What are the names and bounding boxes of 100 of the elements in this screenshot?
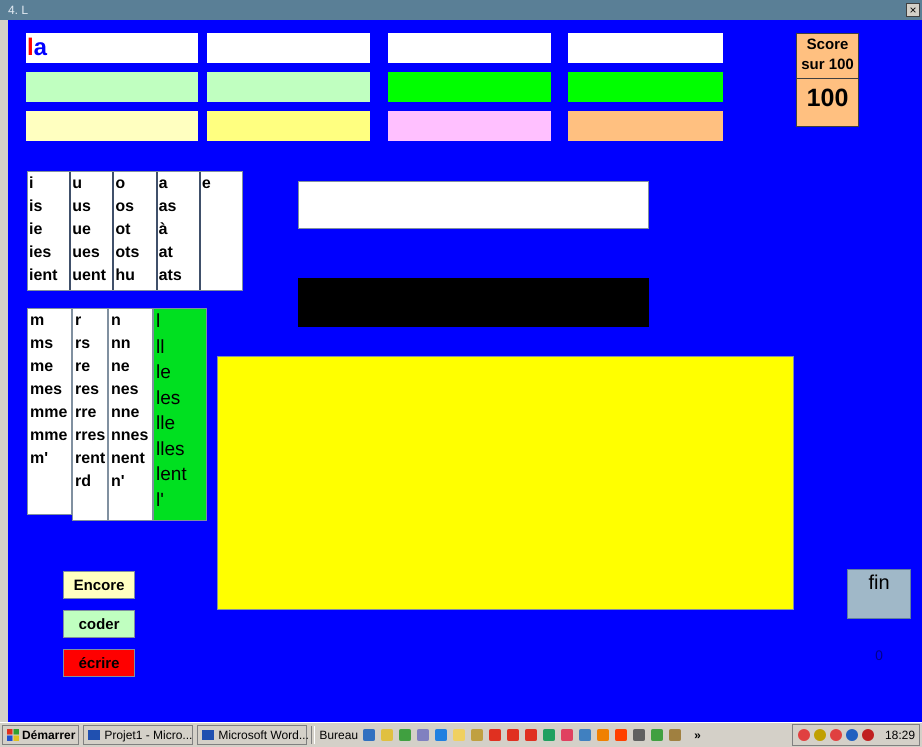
word-tile[interactable] xyxy=(26,72,198,102)
spelling-option[interactable]: ient xyxy=(29,264,70,287)
word-tile[interactable]: la xyxy=(26,33,198,63)
app-icon[interactable] xyxy=(560,728,574,742)
app-icon[interactable] xyxy=(614,728,628,742)
spelling-option[interactable]: rs xyxy=(75,332,107,355)
answer-field[interactable] xyxy=(298,181,649,229)
word-tile[interactable] xyxy=(207,33,370,63)
app-icon[interactable] xyxy=(416,728,430,742)
spelling-option[interactable]: mme xyxy=(30,424,71,447)
more-button[interactable]: » xyxy=(694,728,701,742)
spelling-option[interactable]: a xyxy=(158,172,199,195)
app-icon[interactable] xyxy=(488,728,502,742)
spelling-option[interactable]: at xyxy=(158,241,199,264)
spelling-option[interactable]: l xyxy=(156,309,206,334)
spelling-option[interactable]: o xyxy=(115,172,156,195)
sound-column[interactable]: r rs re res rre rres rent rd xyxy=(72,308,108,521)
start-button[interactable]: Démarrer xyxy=(2,725,80,745)
spelling-option[interactable]: ll xyxy=(156,334,206,360)
app-icon[interactable] xyxy=(596,728,610,742)
action-button[interactable]: Encore xyxy=(63,571,135,599)
spelling-option[interactable]: res xyxy=(75,378,107,401)
spelling-option[interactable]: ues xyxy=(72,241,112,264)
sound-column[interactable]: l ll le les lle lles lent l' xyxy=(153,308,207,521)
sound-column[interactable]: o os ot ots hu xyxy=(114,172,158,290)
sound-column[interactable]: u us ue ues uent xyxy=(71,172,114,290)
spelling-option[interactable]: nne xyxy=(111,401,152,424)
word-tile[interactable] xyxy=(207,72,370,102)
spelling-option[interactable]: ie xyxy=(29,218,70,241)
spelling-option[interactable]: nes xyxy=(111,378,152,401)
word-tile[interactable] xyxy=(388,33,551,63)
spelling-option[interactable]: n' xyxy=(111,470,152,493)
spelling-option[interactable]: m' xyxy=(30,447,71,470)
sound-column[interactable]: e xyxy=(200,172,242,290)
spelling-option[interactable]: le xyxy=(156,360,206,386)
spelling-option[interactable]: mme xyxy=(30,401,71,424)
spelling-option[interactable]: r xyxy=(75,309,107,332)
spelling-option[interactable]: nn xyxy=(111,332,152,355)
spelling-option[interactable]: u xyxy=(72,172,112,195)
spelling-option[interactable]: lle xyxy=(156,411,206,436)
spelling-option[interactable]: ats xyxy=(158,264,199,287)
spelling-option[interactable]: us xyxy=(72,195,112,218)
app-icon[interactable] xyxy=(362,728,376,742)
tray-icon[interactable] xyxy=(828,728,843,742)
spelling-option[interactable]: rres xyxy=(75,424,107,447)
word-tile[interactable] xyxy=(26,111,198,141)
spelling-option[interactable]: re xyxy=(75,355,107,378)
word-tile[interactable] xyxy=(207,111,370,141)
word-tile[interactable] xyxy=(388,111,551,141)
spelling-option[interactable]: lles xyxy=(156,436,206,462)
app-icon[interactable] xyxy=(506,728,520,742)
spelling-option[interactable]: lent xyxy=(156,462,206,488)
spelling-option[interactable]: rre xyxy=(75,401,107,424)
word-tile[interactable] xyxy=(568,33,723,63)
app-icon[interactable] xyxy=(650,728,664,742)
app-icon[interactable] xyxy=(398,728,412,742)
spelling-option[interactable]: ne xyxy=(111,355,152,378)
spelling-option[interactable]: ms xyxy=(30,332,71,355)
sound-column[interactable]: a as à at ats xyxy=(158,172,201,290)
app-icon[interactable] xyxy=(632,728,646,742)
app-icon[interactable] xyxy=(542,728,556,742)
word-tile[interactable] xyxy=(568,111,723,141)
tray-icon[interactable] xyxy=(812,728,827,742)
taskbar-button[interactable]: Microsoft Word... xyxy=(197,725,308,745)
spelling-option[interactable]: nnes xyxy=(111,424,152,447)
spelling-option[interactable]: is xyxy=(29,195,70,218)
spelling-option[interactable]: l' xyxy=(156,488,206,513)
app-icon[interactable] xyxy=(578,728,592,742)
spelling-option[interactable]: me xyxy=(30,355,71,378)
tray-icon[interactable] xyxy=(844,728,859,742)
spelling-option[interactable]: rent xyxy=(75,447,107,470)
action-button[interactable]: coder xyxy=(63,610,135,638)
spelling-option[interactable]: nent xyxy=(111,447,152,470)
spelling-option[interactable]: n xyxy=(111,309,152,332)
spelling-option[interactable]: rd xyxy=(75,470,107,493)
spelling-option[interactable]: i xyxy=(29,172,70,195)
spelling-option[interactable]: mes xyxy=(30,378,71,401)
spelling-option[interactable]: à xyxy=(158,218,199,241)
word-tile[interactable] xyxy=(388,72,551,102)
close-button[interactable]: × xyxy=(906,3,920,17)
spelling-option[interactable]: ot xyxy=(115,218,156,241)
app-icon[interactable] xyxy=(668,728,682,742)
fin-button[interactable]: fin xyxy=(847,569,911,619)
spelling-option[interactable]: ots xyxy=(115,241,156,264)
word-tile[interactable] xyxy=(568,72,723,102)
app-icon[interactable] xyxy=(434,728,448,742)
spelling-option[interactable]: as xyxy=(158,195,199,218)
spelling-option[interactable]: uent xyxy=(72,264,112,287)
action-button[interactable]: écrire xyxy=(63,649,135,677)
spelling-option[interactable]: e xyxy=(202,172,242,195)
sound-column[interactable]: n nn ne nes nne nnes nent n' xyxy=(108,308,153,521)
app-icon[interactable] xyxy=(524,728,538,742)
spelling-option[interactable]: hu xyxy=(115,264,156,287)
spelling-option[interactable]: ies xyxy=(29,241,70,264)
tray-icon[interactable] xyxy=(860,728,875,742)
spelling-option[interactable]: m xyxy=(30,309,71,332)
spelling-option[interactable]: os xyxy=(115,195,156,218)
spelling-option[interactable]: ue xyxy=(72,218,112,241)
sound-column[interactable]: m ms me mes mme mme m' xyxy=(27,308,72,515)
taskbar-button[interactable]: Projet1 - Micro... xyxy=(83,725,194,745)
